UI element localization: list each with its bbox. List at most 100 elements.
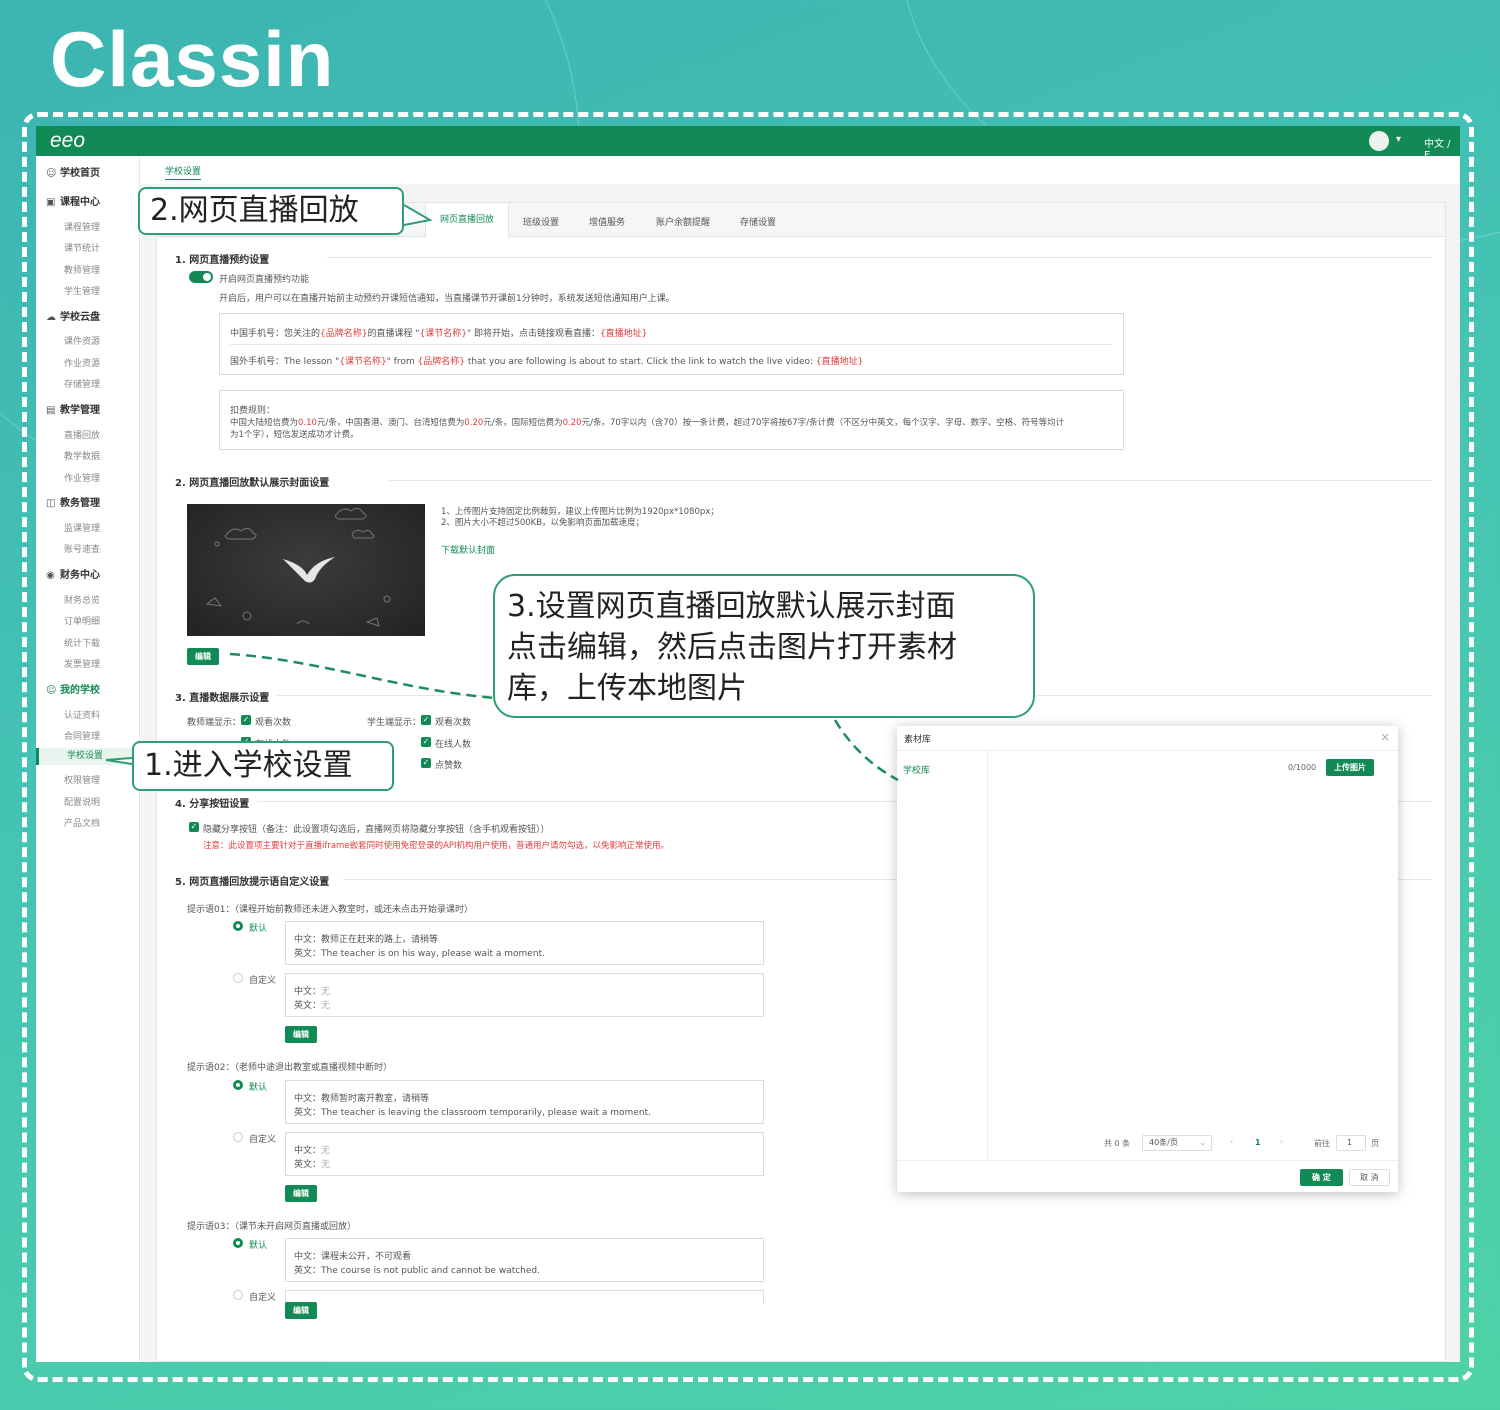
page-unit: 页: [1371, 1139, 1379, 1148]
cloud-icon: ☁: [46, 312, 56, 323]
custom-label: 自定义: [249, 1135, 277, 1145]
school-icon: ☺: [46, 685, 57, 696]
default-label: 默认: [249, 924, 268, 934]
upload-image-button[interactable]: 上传图片: [1326, 759, 1374, 776]
tab-web-live-replay[interactable]: 网页直播回放: [425, 203, 510, 238]
checkbox[interactable]: ✓: [241, 715, 251, 725]
sidebar-group-finance[interactable]: ◉ 财务中心: [46, 566, 100, 581]
avatar[interactable]: [1369, 131, 1389, 151]
grid-icon: ◫: [46, 498, 56, 509]
checkbox[interactable]: ✓: [421, 715, 431, 725]
sms-template-box: 中国手机号：您关注的{品牌名称}的直播课程 "{课节名称}" 即将开始，点击链接…: [219, 313, 1124, 375]
sidebar-item-school-settings[interactable]: 学校设置: [36, 748, 140, 765]
sidebar-item[interactable]: 订单明细: [64, 614, 100, 627]
sidebar-item[interactable]: 存储管理: [64, 377, 100, 390]
cover-image[interactable]: [187, 504, 425, 636]
sidebar-item[interactable]: 教师管理: [64, 263, 100, 276]
tip-label: 提示语02：（老师中途退出教室或直播视频中断时）: [187, 1063, 392, 1073]
section-title: 2. 网页直播回放默认展示封面设置: [175, 478, 330, 489]
close-icon[interactable]: ×: [1380, 730, 1390, 744]
custom-radio[interactable]: [233, 1132, 243, 1142]
default-radio[interactable]: [233, 921, 243, 931]
breadcrumb-bar: 学校设置: [141, 156, 1460, 184]
sidebar-item[interactable]: 课程管理: [64, 220, 100, 233]
callout-step2: 2.网页直播回放: [138, 187, 404, 235]
sidebar-item[interactable]: 认证资料: [64, 708, 100, 721]
sidebar-item[interactable]: 作业资源: [64, 356, 100, 369]
callout-step3: 3.设置网页直播回放默认展示封面 点击编辑，然后点击图片打开素材 库，上传本地图…: [493, 574, 1035, 718]
custom-tip-box: [285, 1290, 764, 1304]
section-title: 1. 网页直播预约设置: [175, 255, 270, 266]
sidebar-item[interactable]: 合同管理: [64, 729, 100, 742]
confirm-button[interactable]: 确 定: [1300, 1169, 1343, 1186]
tip-cn: 中文：教师暂时离开教室，请稍等: [294, 1094, 430, 1104]
total-count: 共 0 条: [1104, 1139, 1131, 1148]
breadcrumb[interactable]: 学校设置: [165, 164, 202, 180]
toggle-label: 开启网页直播预约功能: [219, 275, 310, 285]
sidebar-item[interactable]: 财务总览: [64, 593, 100, 606]
material-library-modal: 素材库 × 学校库 0/1000 上传图片 共 0 条 40条/页 ⌄ ‹ 1 ›…: [897, 726, 1398, 1192]
sidebar-item[interactable]: 统计下载: [64, 636, 100, 649]
download-default-cover-link[interactable]: 下载默认封面: [441, 543, 495, 556]
tip-en: 英文：The teacher is on his way, please wai…: [294, 949, 545, 959]
sidebar-group-course[interactable]: ▣ 课程中心: [46, 193, 100, 208]
default-radio[interactable]: [233, 1238, 243, 1248]
page-size-select[interactable]: 40条/页 ⌄: [1142, 1135, 1212, 1151]
tip-label: 提示语01：（课程开始前教师还未进入教室时，或还未点击开始录课时）: [187, 905, 473, 915]
edit-tip-button[interactable]: 编辑: [285, 1185, 317, 1202]
classin-logo: Classin: [50, 15, 335, 103]
hide-share-checkbox[interactable]: ✓: [189, 822, 199, 832]
edit-cover-button[interactable]: 编辑: [187, 648, 219, 665]
booking-toggle[interactable]: [189, 271, 213, 283]
checkbox[interactable]: ✓: [421, 737, 431, 747]
sidebar-group-academic[interactable]: ◫ 教务管理: [46, 494, 100, 509]
callout-step1: 1.进入学校设置: [132, 741, 394, 791]
chevron-down-icon: ⌄: [1199, 1138, 1206, 1147]
sidebar-item[interactable]: 课节统计: [64, 241, 100, 254]
sidebar-item[interactable]: 监课管理: [64, 521, 100, 534]
current-page[interactable]: 1: [1255, 1138, 1261, 1147]
sidebar-group-teaching[interactable]: ▤ 教学管理: [46, 401, 100, 416]
sidebar-group-cloud[interactable]: ☁ 学校云盘: [46, 308, 100, 323]
school-library-item[interactable]: 学校库: [903, 763, 930, 776]
custom-radio[interactable]: [233, 1290, 243, 1300]
option-label: 点赞数: [435, 761, 463, 771]
sidebar-item[interactable]: 学生管理: [64, 284, 100, 297]
goto-page-input[interactable]: 1: [1336, 1135, 1366, 1151]
sidebar-item[interactable]: 发票管理: [64, 657, 100, 670]
edit-tip-button[interactable]: 编辑: [285, 1026, 317, 1043]
sidebar-item[interactable]: 直播回放: [64, 428, 100, 441]
custom-radio[interactable]: [233, 973, 243, 983]
cancel-button[interactable]: 取 消: [1349, 1169, 1390, 1186]
sidebar-item[interactable]: 作业管理: [64, 471, 100, 484]
tab-value-added[interactable]: 增值服务: [589, 215, 625, 228]
default-label: 默认: [249, 1083, 268, 1093]
sidebar-item[interactable]: 账号速查: [64, 542, 100, 555]
tab-balance-reminder[interactable]: 账户余额提醒: [656, 215, 710, 228]
sidebar-group-myschool[interactable]: ☺ 我的学校: [46, 681, 100, 696]
tab-class-settings[interactable]: 班级设置: [523, 215, 559, 228]
billing-rule-line2: 为1个字），短信发送成功才计费。: [230, 430, 359, 440]
tip-cn: 中文：无: [294, 1146, 331, 1156]
hide-share-label: 隐藏分享按钮（备注：此设置项勾选后，直播网页将隐藏分享按钮（含手机观看按钮））: [203, 825, 550, 835]
sidebar-item[interactable]: 配置说明: [64, 795, 100, 808]
sidebar-item[interactable]: 课件资源: [64, 334, 100, 347]
edit-tip-button[interactable]: 编辑: [285, 1302, 317, 1319]
caret-down-icon[interactable]: ▾: [1396, 134, 1401, 145]
library-content: 0/1000 上传图片 共 0 条 40条/页 ⌄ ‹ 1 › 前往 1 页: [988, 750, 1398, 1160]
sidebar-item[interactable]: 产品文档: [64, 816, 100, 829]
default-radio[interactable]: [233, 1080, 243, 1090]
next-page-icon[interactable]: ›: [1280, 1137, 1283, 1146]
calendar-icon: ▣: [46, 197, 56, 208]
prev-page-icon[interactable]: ‹: [1230, 1137, 1233, 1146]
checkbox[interactable]: ✓: [421, 758, 431, 768]
sidebar-group-home[interactable]: ☺ 学校首页: [46, 164, 100, 179]
tip-en: 英文：The course is not public and cannot b…: [294, 1266, 540, 1276]
share-warning: 注意：此设置项主要针对于直播iframe嵌套同时使用免密登录的API机构用户使用…: [203, 841, 670, 851]
sidebar-item[interactable]: 权限管理: [64, 773, 100, 786]
sidebar-item[interactable]: 教学数据: [64, 449, 100, 462]
tab-storage[interactable]: 存储设置: [740, 215, 776, 228]
tip-en: 英文：无: [294, 1160, 331, 1170]
custom-label: 自定义: [249, 1293, 277, 1303]
billing-rule-line1: 中国大陆短信费为0.10元/条，中国香港、澳门、台湾短信费为0.20元/条，国际…: [230, 418, 1065, 428]
